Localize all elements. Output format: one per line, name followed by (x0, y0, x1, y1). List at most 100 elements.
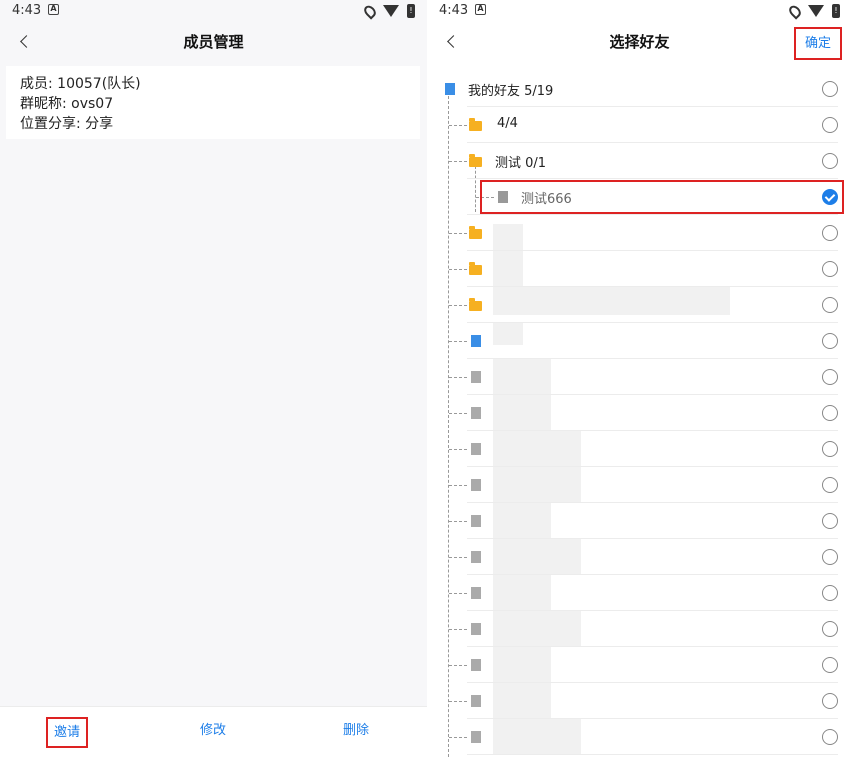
battery-icon: ! (407, 4, 415, 18)
select-radio[interactable] (822, 153, 838, 169)
select-radio[interactable] (822, 405, 838, 421)
battery-icon: ! (832, 4, 840, 18)
top-bar: 成员管理 (0, 22, 427, 62)
select-radio[interactable] (822, 693, 838, 709)
friend-row-blurred[interactable] (427, 467, 852, 503)
folder-icon (469, 298, 482, 311)
confirm-button[interactable]: 确定 (794, 27, 842, 60)
status-time: 4:43 (12, 3, 42, 18)
friend-row-blurred[interactable] (427, 719, 852, 755)
friend-group-row-blurred[interactable] (427, 287, 852, 323)
friend-group-row-root[interactable]: 我的好友 5/19 (427, 71, 852, 107)
redacted-label (493, 431, 581, 467)
friend-row-blurred[interactable] (427, 539, 852, 575)
select-radio[interactable] (822, 621, 838, 637)
tree-branch (449, 629, 467, 630)
member-info-card: 成员: 10057(队长) 群昵称: ovs07 位置分享: 分享 (6, 66, 420, 139)
user-icon (471, 371, 481, 383)
folder-icon (469, 118, 482, 131)
top-bar: 选择好友 (427, 22, 852, 62)
folder-icon (469, 154, 482, 167)
select-radio[interactable] (822, 729, 838, 745)
member-management-screen: 4:43 A ! 成员管理 成员: 10057(队长) 群昵称: ovs07 位… (0, 0, 427, 757)
select-radio[interactable] (822, 297, 838, 313)
notification-a-icon: A (475, 4, 486, 15)
tree-branch (449, 161, 467, 162)
select-radio[interactable] (822, 477, 838, 493)
user-icon (471, 551, 481, 563)
friend-row-blurred[interactable] (427, 647, 852, 683)
user-icon (471, 623, 481, 635)
invite-button[interactable]: 邀请 (46, 717, 88, 748)
folder-icon (469, 262, 482, 275)
folder-icon (469, 226, 482, 239)
wifi-icon (808, 5, 824, 17)
wifi-icon (383, 5, 399, 17)
select-radio[interactable] (822, 657, 838, 673)
bottom-action-bar: 邀请 修改 删除 (0, 706, 427, 757)
user-icon (471, 479, 481, 491)
member-line: 成员: 10057(队长) (20, 76, 141, 92)
nickname-line: 群昵称: ovs07 (20, 96, 114, 112)
select-radio[interactable] (822, 369, 838, 385)
redacted-label (493, 611, 581, 647)
select-radio[interactable] (822, 513, 838, 529)
friend-row-blurred[interactable] (427, 503, 852, 539)
tree-branch (449, 413, 467, 414)
select-radio[interactable] (822, 261, 838, 277)
redacted-label (493, 503, 551, 539)
selected-row-highlight (480, 180, 844, 214)
friend-row-blurred[interactable] (427, 683, 852, 719)
friend-row-blurred[interactable] (427, 611, 852, 647)
friend-group-row-blurred[interactable] (427, 215, 852, 253)
tree-branch (449, 269, 467, 270)
friend-row-blurred[interactable] (427, 359, 852, 395)
delete-button[interactable]: 删除 (333, 717, 379, 748)
tree-branch (449, 377, 467, 378)
select-radio[interactable] (822, 117, 838, 133)
select-radio[interactable] (822, 225, 838, 241)
page-title: 成员管理 (183, 33, 244, 51)
friend-row-blurred[interactable] (427, 395, 852, 431)
redacted-label (493, 224, 523, 253)
user-icon (471, 515, 481, 527)
select-radio[interactable] (822, 585, 838, 601)
friend-row-blurred[interactable] (427, 575, 852, 611)
user-icon (471, 335, 481, 347)
location-icon (361, 2, 379, 20)
user-icon (471, 659, 481, 671)
tree-branch (449, 521, 467, 522)
status-icons: ! (361, 2, 415, 20)
user-icon (471, 731, 481, 743)
status-time: 4:43 (439, 3, 469, 18)
select-radio[interactable] (822, 441, 838, 457)
redacted-label (493, 647, 551, 683)
redacted-label (493, 575, 551, 611)
user-icon (471, 407, 481, 419)
redacted-label (493, 539, 581, 575)
modify-button[interactable]: 修改 (190, 717, 236, 748)
tree-branch (449, 665, 467, 666)
friend-group-row-blurred[interactable] (427, 251, 852, 287)
status-bar: 4:43 A ! (0, 0, 427, 22)
tree-branch (449, 557, 467, 558)
redacted-label (493, 287, 730, 315)
status-bar: 4:43 A ! (427, 0, 852, 22)
select-radio[interactable] (822, 333, 838, 349)
friend-row-blurred[interactable] (427, 431, 852, 467)
select-radio[interactable] (822, 81, 838, 97)
tree-branch (449, 125, 467, 126)
user-group-icon (445, 83, 455, 95)
select-friends-screen: 4:43 A ! 选择好友 确定 我的好友 5/19 4/4 测试 0/1 测试… (427, 0, 852, 757)
location-share-line: 位置分享: 分享 (20, 116, 114, 132)
tree-branch (449, 449, 467, 450)
tree-branch (449, 701, 467, 702)
friend-group-row[interactable]: 4/4 (427, 107, 852, 143)
group-label: 4/4 (497, 116, 518, 131)
friend-row-blurred[interactable] (427, 323, 852, 359)
select-radio[interactable] (822, 549, 838, 565)
redacted-label (493, 719, 581, 755)
group-label: 测试 0/1 (495, 156, 547, 171)
friend-group-row-test[interactable]: 测试 0/1 (427, 143, 852, 179)
tree-branch (449, 593, 467, 594)
